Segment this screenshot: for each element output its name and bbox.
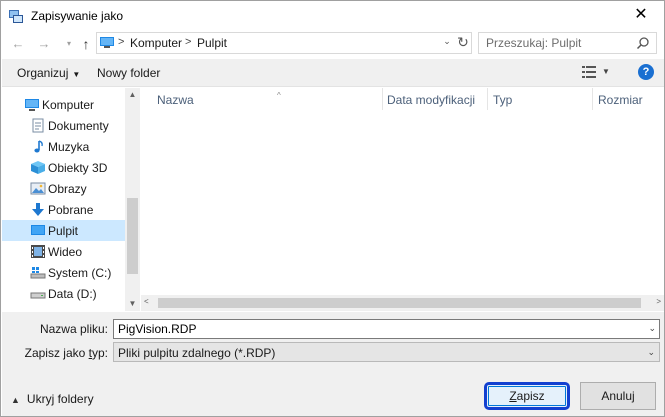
up-arrow-icon: ↑ [82,36,90,52]
help-icon[interactable]: ? [638,64,654,80]
address-bar[interactable]: > Komputer > Pulpit ⌄ ↻ [96,32,472,54]
filetype-select[interactable]: Pliki pulpitu zdalnego (*.RDP) ⌄ [113,342,660,362]
chevron-down-icon[interactable]: ⌄ [648,323,656,334]
save-button[interactable]: Zapisz [484,382,570,410]
hide-folders-label: Ukryj foldery [26,392,94,406]
tree-item-label: System (C:) [48,266,112,280]
tree-item-obrazy[interactable]: Obrazy [2,178,125,199]
scroll-up-icon[interactable]: ▲ [125,88,140,102]
chevron-up-icon: ▲ [11,395,20,405]
tree-item-label: Wideo [48,245,83,259]
computer-icon [25,99,39,111]
breadcrumb-komputer[interactable]: Komputer [130,36,182,50]
close-icon: ✕ [634,6,648,23]
window-title: Zapisywanie jako [31,9,124,23]
column-header-modified[interactable]: Data modyfikacji [387,93,475,107]
objects-3d-icon [31,161,45,174]
scroll-right-icon[interactable]: > [656,297,661,306]
column-divider[interactable] [382,88,383,110]
tree-item-label: Pulpit [48,224,79,238]
chevron-down-icon: ▼ [72,70,81,79]
navigation-bar: ← → ▾ ↑ > Komputer > Pulpit ⌄ ↻ [1,31,664,57]
new-folder-button[interactable]: Nowy folder [97,66,160,80]
tree-item-dokumenty[interactable]: Dokumenty [2,115,125,136]
tree-item-muzyka[interactable]: Muzyka [2,136,125,157]
breadcrumb-separator-icon: > [185,36,192,48]
filetype-label: Zapisz jako typ: [24,346,108,360]
downloads-icon [32,203,44,216]
tree-item-data-d[interactable]: Data (D:) [2,283,125,304]
hide-folders-button[interactable]: ▲ Ukryj foldery [11,392,94,406]
sort-ascending-icon: ^ [277,91,281,100]
filename-input[interactable] [114,320,639,338]
refresh-icon[interactable]: ↻ [455,34,471,51]
file-list-horizontal-scrollbar[interactable]: < > [141,295,664,311]
save-as-dialog: Zapisywanie jako ✕ ← → ▾ ↑ > Komputer > [0,0,665,417]
scrollbar-thumb[interactable] [127,198,138,274]
title-bar: Zapisywanie jako ✕ [1,1,664,31]
tree-item-label: Pobrane [48,203,94,217]
back-button[interactable]: ← [9,35,27,53]
command-toolbar: Organizuj ▼ Nowy folder ▼ ? [2,59,664,87]
save-form: Nazwa pliku: ⌄ Zapisz jako typ: Pliki pu… [2,312,664,416]
column-header-name[interactable]: ^ Nazwa [157,91,281,107]
scrollbar-thumb[interactable] [158,298,641,308]
forward-button[interactable]: → [35,35,53,53]
system-drive-icon [30,267,46,279]
desktop-icon [31,225,45,235]
computer-icon [100,37,114,48]
filetype-value: Pliki pulpitu zdalnego (*.RDP) [118,346,276,360]
chevron-down-icon: ⌄ [647,347,655,357]
column-header-label: Nazwa [157,93,194,107]
tree-item-pobrane[interactable]: Pobrane [2,199,125,220]
navigation-pane-scrollbar[interactable]: ▲ ▼ [125,88,140,311]
remote-desktop-app-icon [9,10,23,23]
video-icon [31,245,45,258]
music-icon [34,140,43,153]
view-options-dropdown-icon[interactable]: ▼ [602,67,610,76]
recent-locations-button[interactable]: ▾ [60,35,78,53]
breadcrumb-pulpit[interactable]: Pulpit [197,36,227,50]
cancel-button[interactable]: Anuluj [580,382,656,410]
documents-icon [32,118,44,133]
tree-item-label: Obrazy [48,182,87,196]
tree-item-label: Komputer [42,98,95,112]
forward-arrow-icon: → [37,36,51,51]
up-button[interactable]: ↑ [77,35,95,53]
column-divider[interactable] [487,88,488,110]
data-drive-icon [30,292,46,299]
column-header-type[interactable]: Typ [493,93,512,107]
close-button[interactable]: ✕ [618,1,664,31]
tree-item-label: Obiekty 3D [48,161,108,175]
breadcrumb-separator-icon: > [118,36,125,48]
filename-label: Nazwa pliku: [39,322,108,336]
scroll-down-icon[interactable]: ▼ [125,297,140,311]
tree-item-label: Data (D:) [48,287,97,301]
navigation-pane: Komputer Dokumenty Muzyka Obiekty 3D Obr… [2,88,140,311]
tree-item-label: Muzyka [48,140,90,154]
view-options-icon[interactable] [582,66,596,78]
filename-combobox: ⌄ [113,319,660,339]
chevron-down-icon: ▾ [66,39,71,48]
scroll-left-icon[interactable]: < [144,297,149,306]
organize-button[interactable]: Organizuj ▼ [17,66,80,80]
tree-item-pulpit[interactable]: Pulpit [2,220,125,241]
address-dropdown-icon[interactable]: ⌄ [440,36,454,47]
column-header-size[interactable]: Rozmiar [598,93,643,107]
tree-item-obiekty-3d[interactable]: Obiekty 3D [2,157,125,178]
search-input[interactable] [479,33,629,53]
tree-item-label: Dokumenty [48,119,109,133]
pictures-icon [30,182,46,195]
column-divider[interactable] [592,88,593,110]
organize-label: Organizuj [17,66,69,80]
search-box [478,32,657,54]
tree-item-komputer[interactable]: Komputer [2,94,125,115]
tree-item-system-c[interactable]: System (C:) [2,262,125,283]
back-arrow-icon: ← [11,36,25,51]
tree-item-wideo[interactable]: Wideo [2,241,125,262]
file-list[interactable]: ^ Nazwa Data modyfikacji Typ Rozmiar < > [141,88,664,311]
search-icon[interactable] [636,36,650,50]
